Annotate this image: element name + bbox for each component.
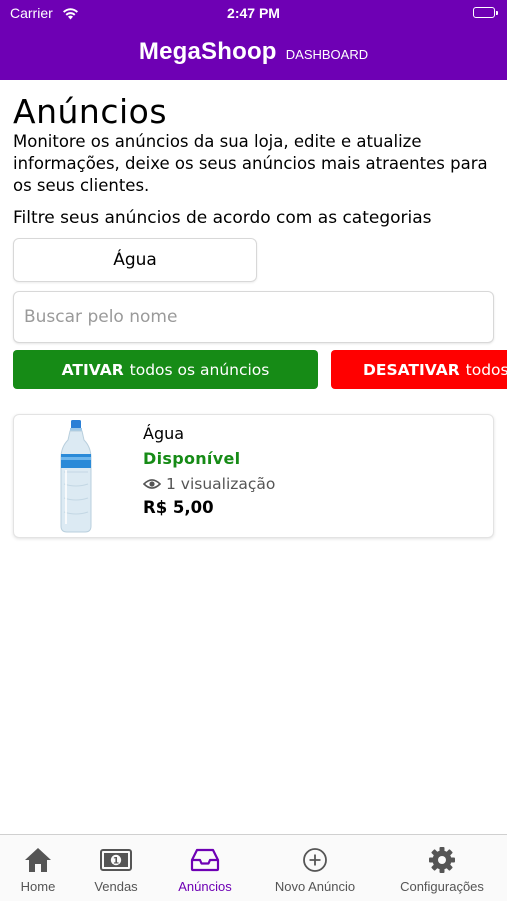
product-status: Disponível (143, 449, 241, 468)
product-image (58, 420, 94, 538)
eye-icon (143, 479, 161, 489)
category-filter-button[interactable]: Água (13, 238, 257, 282)
deactivate-all-button[interactable]: DESATIVAR todos os anúncios (331, 350, 507, 389)
product-name: Água (143, 424, 185, 443)
brand-name: MegaShoop (138, 38, 277, 65)
tab-configuracoes[interactable]: Configurações (393, 845, 491, 894)
product-views-label: 1 visualização (166, 475, 276, 493)
tab-anuncios[interactable]: Anúncios (172, 845, 238, 894)
tab-novo-anuncio-label: Novo Anúncio (274, 879, 356, 894)
inbox-icon (172, 845, 238, 875)
deactivate-all-text: todos os anúncios (465, 360, 507, 379)
filter-label: Filtre seus anúncios de acordo com as ca… (13, 208, 432, 228)
tab-bar: Home 1 Vendas Anúncios Novo Anúncio Conf… (0, 834, 507, 901)
tab-anuncios-label: Anúncios (178, 879, 232, 894)
tab-vendas-label: Vendas (94, 879, 138, 894)
activate-all-bold: ATIVAR (61, 360, 124, 379)
svg-text:1: 1 (113, 857, 119, 867)
bulk-actions: ATIVAR todos os anúncios DESATIVAR todos… (0, 350, 507, 390)
tab-novo-anuncio[interactable]: Novo Anúncio (268, 845, 362, 894)
product-card[interactable]: Água Disponível 1 visualização R$ 5,00 (13, 414, 494, 538)
product-price: R$ 5,00 (143, 498, 214, 517)
plus-circle-icon (268, 845, 362, 875)
activate-all-text: todos os anúncios (129, 360, 270, 379)
gear-icon (393, 845, 491, 875)
page-description: Monitore os anúncios da sua loja, edite … (13, 132, 488, 195)
tab-home-label: Home (20, 879, 56, 894)
search-input[interactable] (13, 291, 494, 343)
brand-title: MegaShoop DASHBOARD (0, 38, 507, 66)
product-views: 1 visualização (143, 475, 275, 493)
battery-icon (473, 7, 498, 18)
tab-configuracoes-label: Configurações (400, 879, 484, 894)
money-icon: 1 (86, 845, 146, 875)
activate-all-button[interactable]: ATIVAR todos os anúncios (13, 350, 318, 389)
page-title: Anúncios (13, 92, 168, 131)
home-icon (15, 845, 61, 875)
tab-home[interactable]: Home (15, 845, 61, 894)
tab-vendas[interactable]: 1 Vendas (86, 845, 146, 894)
deactivate-all-bold: DESATIVAR (363, 360, 460, 379)
clock: 2:47 PM (227, 5, 280, 21)
category-filter-label: Água (113, 250, 157, 270)
brand-subtitle: DASHBOARD (285, 47, 369, 62)
app-header: Carrier 2:47 PM MegaShoop DASHBOARD (0, 0, 507, 80)
status-bar: Carrier 2:47 PM (0, 0, 507, 28)
